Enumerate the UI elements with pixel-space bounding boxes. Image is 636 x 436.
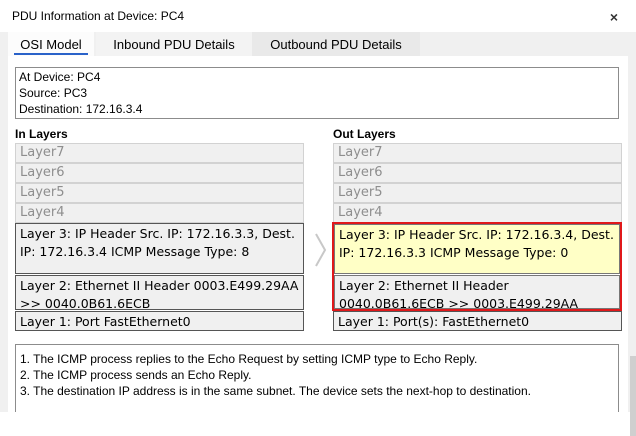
tab-osi-model[interactable]: OSI Model bbox=[8, 32, 94, 56]
destination-label: Destination: 172.16.3.4 bbox=[19, 102, 143, 116]
out-layers-heading: Out Layers bbox=[333, 127, 396, 141]
in-layer-1[interactable]: Layer 1: Port FastEthernet0 bbox=[15, 311, 304, 331]
chevron-right-icon bbox=[315, 233, 327, 267]
scrollbar-thumb[interactable] bbox=[630, 356, 636, 436]
window-title: PDU Information at Device: PC4 bbox=[12, 9, 185, 23]
source-label: Source: PC3 bbox=[19, 86, 88, 100]
in-layer-6[interactable]: Layer6 bbox=[15, 163, 304, 183]
note-line: 1. The ICMP process replies to the Echo … bbox=[20, 352, 478, 366]
out-layer-1[interactable]: Layer 1: Port(s): FastEthernet0 bbox=[333, 311, 622, 331]
note-line: 3. The destination IP address is in the … bbox=[20, 384, 531, 398]
in-layer-7[interactable]: Layer7 bbox=[15, 143, 304, 163]
device-info-box: At Device: PC4 Source: PC3 Destination: … bbox=[15, 67, 619, 119]
out-layer-6[interactable]: Layer6 bbox=[333, 163, 622, 183]
in-layer-5[interactable]: Layer5 bbox=[15, 183, 304, 203]
in-layers-heading: In Layers bbox=[15, 127, 68, 141]
process-notes: 1. The ICMP process replies to the Echo … bbox=[15, 344, 619, 412]
close-icon[interactable]: × bbox=[604, 8, 624, 26]
device-label: At Device: PC4 bbox=[19, 70, 101, 84]
left-edge bbox=[0, 56, 8, 412]
in-layer-3[interactable]: Layer 3: IP Header Src. IP: 172.16.3.3, … bbox=[15, 223, 304, 274]
out-layer-4[interactable]: Layer4 bbox=[333, 203, 622, 223]
scrollbar[interactable] bbox=[628, 56, 636, 436]
tab-label: Outbound PDU Details bbox=[270, 37, 402, 52]
out-layer-7[interactable]: Layer7 bbox=[333, 143, 622, 163]
note-line: 2. The ICMP process sends an Echo Reply. bbox=[20, 368, 252, 382]
tab-label: OSI Model bbox=[20, 37, 82, 52]
in-layer-4[interactable]: Layer4 bbox=[15, 203, 304, 223]
highlight-annotation bbox=[332, 222, 622, 311]
in-layer-2[interactable]: Layer 2: Ethernet II Header 0003.E499.29… bbox=[15, 275, 304, 311]
active-tab-underline bbox=[14, 53, 88, 55]
out-layer-5[interactable]: Layer5 bbox=[333, 183, 622, 203]
tab-label: Inbound PDU Details bbox=[113, 37, 235, 52]
tab-outbound-pdu-details[interactable]: Outbound PDU Details bbox=[252, 32, 420, 56]
tab-inbound-pdu-details[interactable]: Inbound PDU Details bbox=[96, 32, 252, 56]
title-bar: PDU Information at Device: PC4 × bbox=[0, 0, 636, 32]
